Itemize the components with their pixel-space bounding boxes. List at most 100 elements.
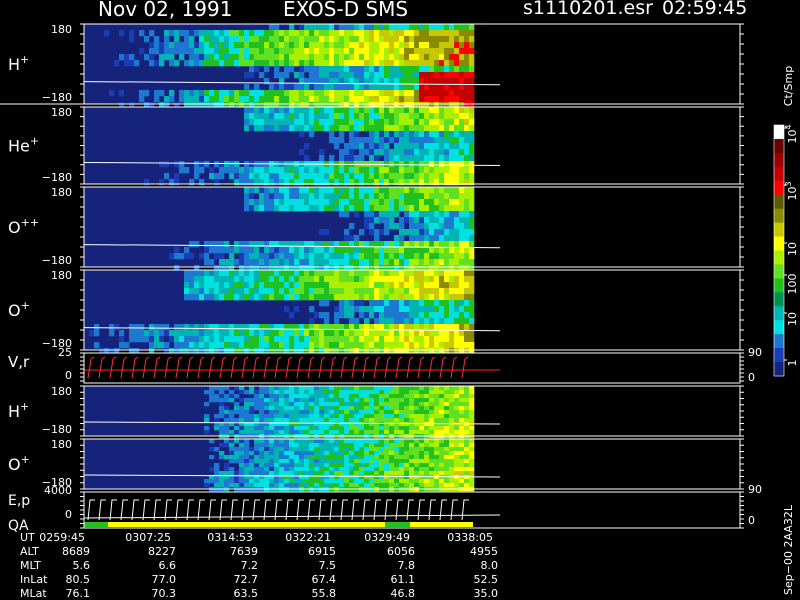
heatmap-cell xyxy=(224,483,230,488)
heatmap-cell xyxy=(394,48,400,55)
heatmap-cell xyxy=(294,187,300,194)
heatmap-cell xyxy=(234,483,240,488)
heatmap-cell xyxy=(304,447,310,452)
heatmap-cell xyxy=(174,342,180,349)
heatmap-cell xyxy=(419,149,425,156)
heatmap-cell xyxy=(439,270,445,277)
heatmap-cell xyxy=(444,54,450,61)
heatmap-cell xyxy=(419,193,425,200)
heatmap-cell xyxy=(404,282,410,289)
heatmap-cell xyxy=(264,426,270,431)
heatmap-cell xyxy=(324,66,330,73)
heatmap-cell xyxy=(414,60,420,67)
heatmap-cell xyxy=(269,193,275,200)
heatmap-cell xyxy=(294,270,300,277)
heatmap-cell xyxy=(149,324,155,331)
heatmap-cell xyxy=(219,247,225,254)
heatmap-cell xyxy=(424,312,430,319)
heatmap-cell xyxy=(314,398,320,403)
heatmap-cell xyxy=(394,235,400,242)
heatmap-cell xyxy=(334,426,340,431)
heatmap-cell xyxy=(439,173,445,180)
heatmap-cell xyxy=(299,463,305,468)
heatmap-cell xyxy=(279,60,285,67)
heatmap-cell xyxy=(434,217,440,224)
heatmap-cell xyxy=(394,259,400,266)
heatmap-cell xyxy=(139,324,145,331)
heatmap-cell xyxy=(319,149,325,156)
heatmap-cell xyxy=(414,187,420,194)
heatmap-cell xyxy=(369,386,375,391)
heatmap-cell xyxy=(459,312,465,319)
heatmap-cell xyxy=(214,336,220,343)
heatmap-cell xyxy=(299,119,305,126)
heatmap-cell xyxy=(219,451,225,456)
heatmap-cell xyxy=(239,330,245,337)
heatmap-cell xyxy=(439,312,445,319)
heatmap-cell xyxy=(214,467,220,472)
heatmap-cell xyxy=(444,24,450,31)
heatmap-cell xyxy=(389,459,395,464)
heatmap-cell xyxy=(374,443,380,448)
heatmap-cell xyxy=(399,324,405,331)
heatmap-cell xyxy=(419,90,425,97)
heatmap-cell xyxy=(399,199,405,206)
row-value: 0307:25 xyxy=(125,531,171,544)
heatmap-cell xyxy=(444,259,450,266)
row-value: 67.4 xyxy=(312,573,337,586)
heatmap-cell xyxy=(424,107,430,114)
heatmap-cell xyxy=(299,459,305,464)
heatmap-cell xyxy=(454,342,460,349)
heatmap-cell xyxy=(424,193,430,200)
heatmap-cell xyxy=(274,276,280,283)
heatmap-cell xyxy=(314,336,320,343)
heatmap-cell xyxy=(464,426,470,431)
panel-4: 180−180O+ xyxy=(8,269,744,355)
heatmap-cell xyxy=(354,418,360,423)
heatmap-cell xyxy=(339,394,345,399)
heatmap-cell xyxy=(349,247,355,254)
heatmap-cell xyxy=(199,36,205,43)
heatmap-cell xyxy=(224,443,230,448)
heatmap-cell xyxy=(444,483,450,488)
heatmap-cell xyxy=(299,406,305,411)
heatmap-cell xyxy=(329,66,335,73)
heatmap-cell xyxy=(319,426,325,431)
heatmap-cell xyxy=(364,288,370,295)
heatmap-cell xyxy=(344,312,350,319)
heatmap-cell xyxy=(359,187,365,194)
heatmap-cell xyxy=(319,467,325,472)
heatmap-cell xyxy=(424,30,430,37)
heatmap-cell xyxy=(394,241,400,248)
heatmap-cell xyxy=(404,54,410,61)
heatmap-cell xyxy=(264,390,270,395)
heatmap-cell xyxy=(214,48,220,55)
heatmap-cell xyxy=(274,414,280,419)
heatmap-cell xyxy=(444,270,450,277)
heatmap-cell xyxy=(219,259,225,266)
heatmap-cell xyxy=(254,342,260,349)
heatmap-cell xyxy=(399,475,405,480)
heatmap-cell xyxy=(434,418,440,423)
heatmap-cell xyxy=(299,84,305,91)
heatmap-cell xyxy=(454,72,460,79)
heatmap-cell xyxy=(404,479,410,484)
heatmap-cell xyxy=(384,483,390,488)
heatmap-cell xyxy=(404,390,410,395)
heatmap-cell xyxy=(449,241,455,248)
heatmap-cell xyxy=(379,247,385,254)
heatmap-cell xyxy=(364,318,370,325)
y-tick-top: 180 xyxy=(51,106,72,119)
heatmap-cell xyxy=(379,259,385,266)
heatmap-cell xyxy=(409,443,415,448)
heatmap-cell xyxy=(194,90,200,97)
heatmap-cell xyxy=(424,455,430,460)
heatmap-cell xyxy=(284,259,290,266)
heatmap-cell xyxy=(409,107,415,114)
heatmap-cell xyxy=(419,282,425,289)
heatmap-cell xyxy=(179,336,185,343)
heatmap-cell xyxy=(369,125,375,132)
heatmap-cell xyxy=(424,336,430,343)
heatmap-cell xyxy=(329,205,335,212)
heatmap-cell xyxy=(199,270,205,277)
